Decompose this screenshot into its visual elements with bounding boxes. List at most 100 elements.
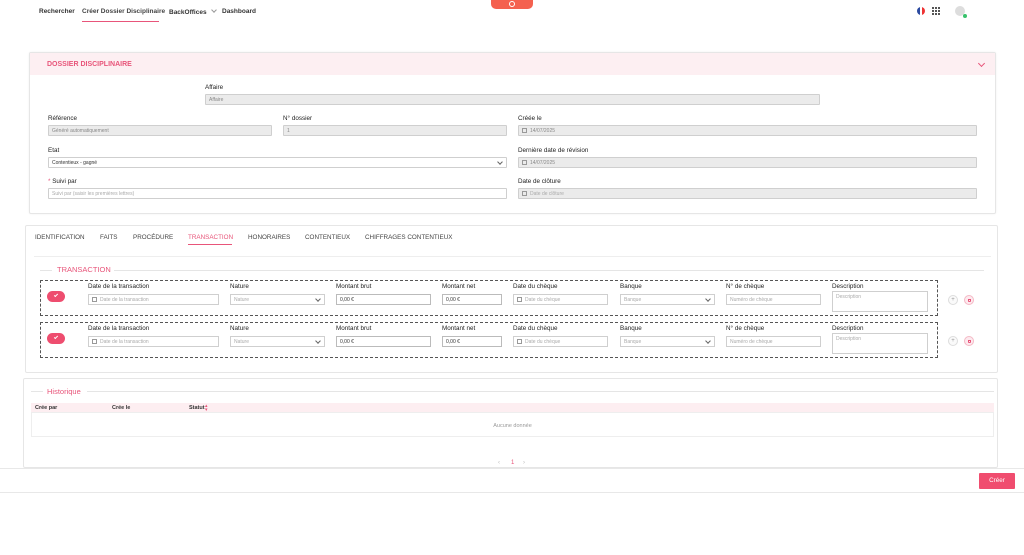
- dossier-title: DOSSIER DISCIPLINAIRE: [47, 61, 132, 68]
- numero-cheque-input[interactable]: Numéro de chèque: [726, 294, 821, 305]
- tab-identification[interactable]: IDENTIFICATION: [35, 234, 85, 241]
- calendar-icon: [92, 339, 97, 344]
- chevron-down-icon: [705, 296, 711, 302]
- nav-dashboard[interactable]: Dashboard: [222, 8, 256, 15]
- nav-rechercher[interactable]: Rechercher: [39, 8, 75, 15]
- date-transaction-input[interactable]: Date de la transaction: [88, 294, 219, 305]
- numero-dossier-field[interactable]: 1: [283, 125, 507, 136]
- delete-row-button[interactable]: [964, 336, 974, 346]
- validate-row-button[interactable]: [47, 333, 65, 344]
- tab-chiffrages-contentieux[interactable]: CHIFFRAGES CONTENTIEUX: [365, 234, 452, 241]
- banque-placeholder: Banque: [624, 339, 642, 345]
- suivi-par-label-text: Suivi par: [52, 178, 77, 185]
- trash-icon: [968, 299, 971, 302]
- pagination-prev[interactable]: ‹: [498, 460, 500, 466]
- add-row-button[interactable]: +: [948, 295, 958, 305]
- historique-title: Historique: [47, 387, 81, 396]
- col-numero-cheque: N° de chèque: [726, 283, 765, 290]
- chevron-down-icon: [497, 159, 503, 165]
- tab-procedure[interactable]: PROCÉDURE: [133, 234, 173, 241]
- validate-row-button[interactable]: [47, 291, 65, 302]
- chevron-down-icon[interactable]: [977, 59, 986, 68]
- nature-select[interactable]: Nature: [230, 336, 325, 347]
- numero-dossier-label: N° dossier: [283, 115, 313, 122]
- top-navigation: Rechercher Créer Dossier Disciplinaire B…: [0, 0, 1024, 22]
- col-banque: Banque: [620, 325, 642, 332]
- fieldset-line-right: [114, 270, 984, 271]
- description-textarea[interactable]: Description: [832, 291, 928, 312]
- montant-brut-input[interactable]: 0,00 €: [336, 294, 431, 305]
- calendar-icon: [517, 339, 522, 344]
- col-date-cheque: Date du chèque: [513, 325, 558, 332]
- apps-grid-icon[interactable]: [932, 7, 940, 15]
- cloture-field[interactable]: Date de clôture: [518, 188, 977, 199]
- nature-placeholder: Nature: [234, 297, 250, 303]
- sort-icon[interactable]: ▴ ▾: [205, 404, 208, 413]
- settings-toggle-button[interactable]: [491, 0, 533, 9]
- fieldset-line-left: [40, 270, 52, 271]
- add-row-button[interactable]: +: [948, 336, 958, 346]
- plus-icon: +: [951, 297, 955, 303]
- col-montant-brut: Montant brut: [336, 283, 372, 290]
- date-cheque-input[interactable]: Date du chèque: [513, 294, 608, 305]
- suivi-par-label: * Suivi par: [48, 178, 77, 185]
- reference-field[interactable]: Généré automatiquement: [48, 125, 272, 136]
- col-banque: Banque: [620, 283, 642, 290]
- col-cree-par[interactable]: Crée par: [35, 405, 57, 411]
- empty-message: Aucune donnée: [493, 423, 532, 429]
- col-description: Description: [832, 325, 864, 332]
- chevron-down-icon: [705, 338, 711, 344]
- historique-table-header: Crée par Crée le Statut: [31, 403, 994, 412]
- affaire-label: Affaire: [205, 84, 224, 91]
- tab-contentieux[interactable]: CONTENTIEUX: [305, 234, 350, 241]
- numero-cheque-input[interactable]: Numéro de chèque: [726, 336, 821, 347]
- montant-net-input[interactable]: 0,00 €: [442, 336, 502, 347]
- montant-brut-input[interactable]: 0,00 €: [336, 336, 431, 347]
- col-description: Description: [832, 283, 864, 290]
- date-cheque-input[interactable]: Date du chèque: [513, 336, 608, 347]
- col-statut[interactable]: Statut: [189, 405, 205, 411]
- creee-le-label: Créée le: [518, 115, 542, 122]
- col-date-cheque: Date du chèque: [513, 283, 558, 290]
- calendar-icon: [522, 128, 527, 133]
- pagination-page[interactable]: 1: [511, 460, 514, 466]
- nav-backoffices[interactable]: BackOffices: [169, 7, 218, 16]
- nature-placeholder: Nature: [234, 339, 250, 345]
- col-cree-le[interactable]: Crée le: [112, 405, 130, 411]
- montant-net-input[interactable]: 0,00 €: [442, 294, 502, 305]
- banque-select[interactable]: Banque: [620, 294, 715, 305]
- col-montant-net: Montant net: [442, 283, 476, 290]
- etat-value: Contentieux - gagné: [52, 160, 98, 166]
- calendar-icon: [522, 160, 527, 165]
- flag-fr-icon[interactable]: [917, 7, 925, 15]
- calendar-icon: [522, 191, 527, 196]
- chevron-down-icon: [315, 338, 321, 344]
- pagination-next[interactable]: ›: [523, 460, 525, 466]
- col-montant-brut: Montant brut: [336, 325, 372, 332]
- col-date-transaction: Date de la transaction: [88, 283, 150, 290]
- trash-icon: [968, 340, 971, 343]
- delete-row-button[interactable]: [964, 295, 974, 305]
- dossier-card: DOSSIER DISCIPLINAIRE Affaire Affaire Ré…: [29, 52, 996, 214]
- date-transaction-placeholder: Date de la transaction: [100, 297, 149, 303]
- creee-le-value: 14/07/2025: [530, 128, 556, 134]
- creee-le-field[interactable]: 14/07/2025: [518, 125, 977, 136]
- nav-creer-dossier[interactable]: Créer Dossier Disciplinaire: [82, 8, 165, 15]
- date-transaction-input[interactable]: Date de la transaction: [88, 336, 219, 347]
- create-button[interactable]: Créer: [979, 473, 1015, 489]
- tab-honoraires[interactable]: HONORAIRES: [248, 234, 290, 241]
- dossier-card-header[interactable]: DOSSIER DISCIPLINAIRE: [30, 53, 995, 75]
- suivi-par-input[interactable]: Suivi par (saisir les premières lettres): [48, 188, 507, 199]
- cloture-placeholder: Date de clôture: [530, 191, 564, 197]
- description-textarea[interactable]: Description: [832, 333, 928, 354]
- etat-select[interactable]: Contentieux - gagné: [48, 157, 507, 168]
- transaction-row: Date de la transaction Date de la transa…: [40, 280, 938, 316]
- nature-select[interactable]: Nature: [230, 294, 325, 305]
- tab-faits[interactable]: FAITS: [100, 234, 118, 241]
- revision-field[interactable]: 14/07/2025: [518, 157, 977, 168]
- calendar-icon: [92, 297, 97, 302]
- tab-transaction[interactable]: TRANSACTION: [188, 234, 233, 241]
- banque-select[interactable]: Banque: [620, 336, 715, 347]
- col-numero-cheque: N° de chèque: [726, 325, 765, 332]
- affaire-field[interactable]: Affaire: [205, 94, 820, 105]
